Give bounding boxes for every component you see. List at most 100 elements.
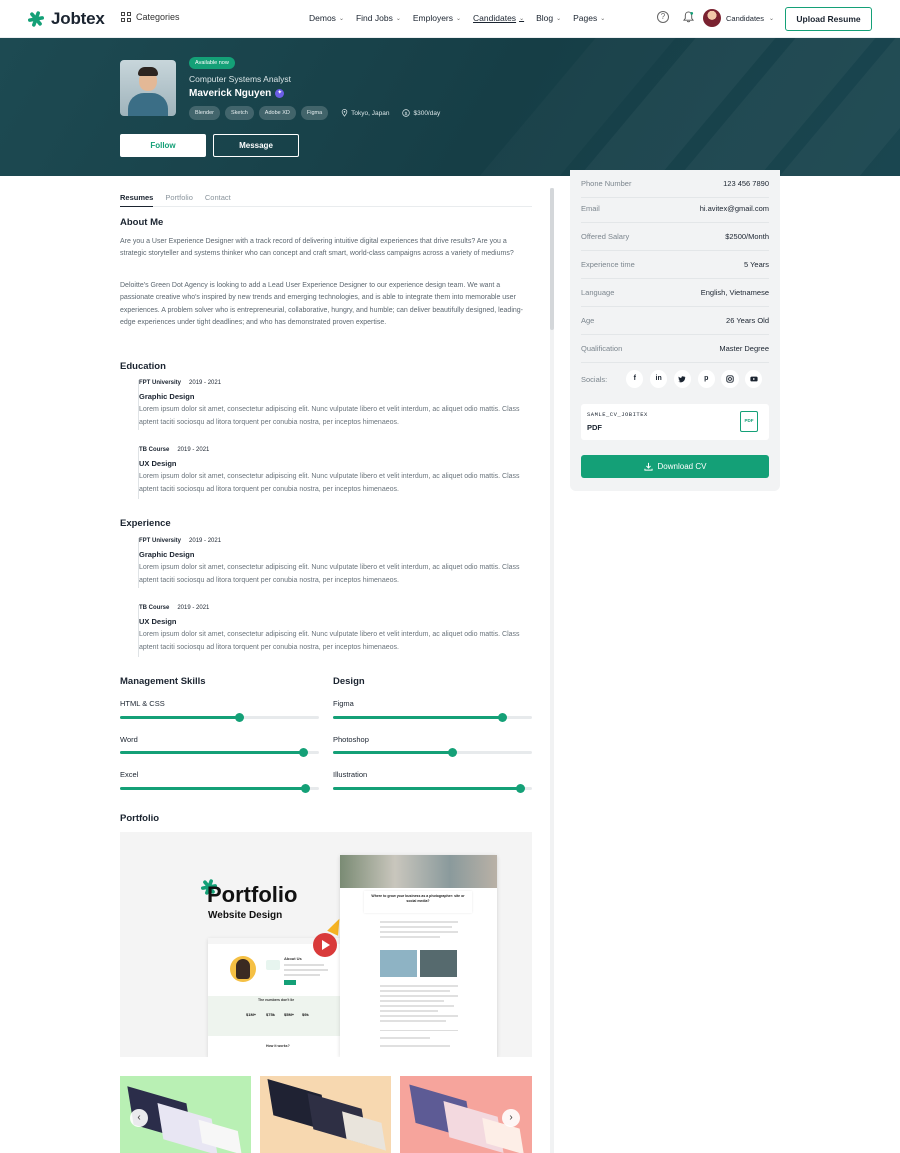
chevron-down-icon: ⌄: [338, 15, 344, 22]
pinterest-icon[interactable]: p: [697, 370, 715, 388]
grid-icon: [121, 12, 131, 22]
timeline-org: FPT University: [139, 538, 182, 544]
portfolio-thumbnail[interactable]: [260, 1076, 391, 1153]
play-icon[interactable]: [313, 933, 337, 957]
slider-handle[interactable]: [300, 784, 310, 793]
slider-handle[interactable]: [298, 748, 308, 757]
info-value[interactable]: hi.avitex@gmail.com: [700, 204, 769, 213]
skill-tags: Blender Sketch Adobe XD Figma Tokyo, Jap…: [189, 106, 440, 120]
portfolio-thumbnail[interactable]: ›: [400, 1076, 532, 1153]
portfolio-thumbnail[interactable]: ‹: [120, 1076, 251, 1153]
main-nav: Demos ⌄ Find Jobs ⌄ Employers ⌄ Candidates ⌄…: [309, 13, 605, 23]
nav-pages[interactable]: Pages ⌄: [573, 13, 605, 23]
brand-name: Jobtex: [51, 9, 105, 28]
download-cv-label: Download CV: [657, 462, 707, 471]
chevron-down-icon: ⌄: [600, 15, 606, 22]
experience-item: FPT University 2019 - 2021 Graphic Design…: [138, 538, 532, 588]
pdf-file-icon: PDF: [740, 411, 758, 432]
info-row-language: Language English, Vietnamese: [581, 279, 769, 307]
skill-slider[interactable]: [333, 784, 532, 793]
profile-role: Computer Systems Analyst: [189, 74, 292, 84]
info-value: 5 Years: [743, 260, 769, 269]
skill-slider[interactable]: [333, 713, 532, 722]
info-row-age: Age 26 Years Old: [581, 307, 769, 335]
timeline-org: TB Course: [139, 447, 170, 453]
skill-label: Excel: [120, 770, 139, 779]
education-item: TB Course 2019 - 2021 UX Design Lorem ips…: [138, 447, 532, 499]
chevron-left-icon[interactable]: ‹: [130, 1109, 148, 1127]
candidate-info-panel: Phone Number 123 456 7890 Email hi.avitex@…: [570, 170, 780, 491]
skill-slider[interactable]: [333, 748, 532, 757]
mock-article-heading: Where to grow your business as a photogr…: [371, 894, 465, 903]
nav-find-jobs[interactable]: Find Jobs ⌄: [356, 13, 401, 23]
info-key: Qualification: [581, 344, 623, 353]
timeline-title: Graphic Design: [139, 392, 195, 401]
design-skills-title: Design: [333, 676, 365, 687]
skill-slider[interactable]: [120, 784, 319, 793]
facebook-icon[interactable]: f: [626, 370, 644, 388]
nav-demos[interactable]: Demos ⌄: [309, 13, 344, 23]
mock-stat: $1M+: [246, 1012, 257, 1017]
cv-file-card[interactable]: SAMLE_CV_JOBITEX PDF PDF: [581, 404, 769, 440]
skill-tag[interactable]: Blender: [189, 106, 220, 120]
linkedin-icon[interactable]: in: [649, 370, 668, 388]
chevron-right-icon[interactable]: ›: [502, 1109, 520, 1127]
experience-item: TB Course 2019 - 2021 UX Design Lorem ips…: [138, 605, 532, 657]
info-value: Master Degree: [719, 344, 769, 353]
info-key: Language: [581, 288, 615, 297]
tab-resumes[interactable]: Resumes: [120, 193, 154, 207]
timeline-text: Lorem ipsum dolor sit amet, consectetur …: [139, 406, 520, 426]
portfolio-title: Portfolio: [120, 813, 160, 824]
slider-handle[interactable]: [497, 713, 507, 722]
slider-handle[interactable]: [515, 784, 525, 793]
skill-label: Figma: [333, 699, 354, 708]
follow-button[interactable]: Follow: [120, 134, 206, 157]
info-row-email: Email hi.avitex@gmail.com: [581, 195, 769, 223]
nav-blog[interactable]: Blog ⌄: [536, 13, 561, 23]
portfolio-featured-image[interactable]: Portfolio Website Design About Us The nu…: [120, 832, 532, 1057]
youtube-icon[interactable]: [745, 370, 763, 388]
tab-portfolio[interactable]: Portfolio: [165, 193, 193, 202]
brand-logo[interactable]: Jobtex: [27, 9, 105, 29]
chevron-down-icon: ⌄: [556, 15, 562, 22]
twitter-icon[interactable]: [673, 370, 692, 388]
info-row-phone: Phone Number 123 456 7890: [581, 170, 769, 198]
nav-employers[interactable]: Employers ⌄: [413, 13, 461, 23]
nav-label: Blog: [536, 13, 554, 23]
timeline-title: UX Design: [139, 617, 177, 626]
message-button[interactable]: Message: [213, 134, 299, 157]
user-menu[interactable]: Candidates ⌄: [703, 9, 774, 27]
tab-contact[interactable]: Contact: [205, 193, 231, 202]
timeline-meta: TB Course 2019 - 2021: [139, 447, 532, 453]
management-skills-title: Management Skills: [120, 676, 206, 687]
timeline-meta: TB Course 2019 - 2021: [139, 605, 532, 611]
skill-tag[interactable]: Figma: [300, 106, 329, 120]
content-scrollbar[interactable]: [550, 188, 554, 1153]
scrollbar-thumb[interactable]: [550, 188, 554, 330]
slider-handle[interactable]: [447, 748, 457, 757]
download-cv-button[interactable]: Download CV: [581, 455, 769, 478]
instagram-icon[interactable]: [721, 370, 739, 388]
skill-tag[interactable]: Sketch: [224, 106, 254, 120]
slider-handle[interactable]: [234, 713, 244, 722]
location: Tokyo, Japan: [341, 109, 389, 117]
about-paragraph: Deloitte's Green Dot Agency is looking t…: [120, 282, 523, 326]
skill-slider[interactable]: [120, 713, 319, 722]
upload-resume-button[interactable]: Upload Resume: [785, 7, 872, 31]
timeline-text: Lorem ipsum dolor sit amet, consectetur …: [139, 631, 520, 651]
bell-icon[interactable]: [683, 11, 694, 23]
timeline-title: Graphic Design: [139, 550, 195, 559]
socials-label: Socials:: [581, 374, 608, 384]
timeline-meta: FPT University 2019 - 2021: [139, 380, 532, 386]
skill-label: Photoshop: [333, 735, 369, 744]
skill-tag[interactable]: Adobe XD: [258, 106, 296, 120]
help-icon[interactable]: ?: [657, 11, 669, 23]
experience-title: Experience: [120, 518, 171, 529]
skill-slider[interactable]: [120, 748, 319, 757]
avatar: [703, 9, 721, 27]
nav-candidates[interactable]: Candidates ⌄: [473, 13, 524, 23]
user-menu-label: Candidates: [726, 13, 764, 23]
portfolio-hero-title: Portfolio: [207, 882, 298, 907]
categories-menu[interactable]: Categories: [121, 12, 180, 22]
mock-stats-title: The numbers don't lie: [258, 998, 295, 1002]
